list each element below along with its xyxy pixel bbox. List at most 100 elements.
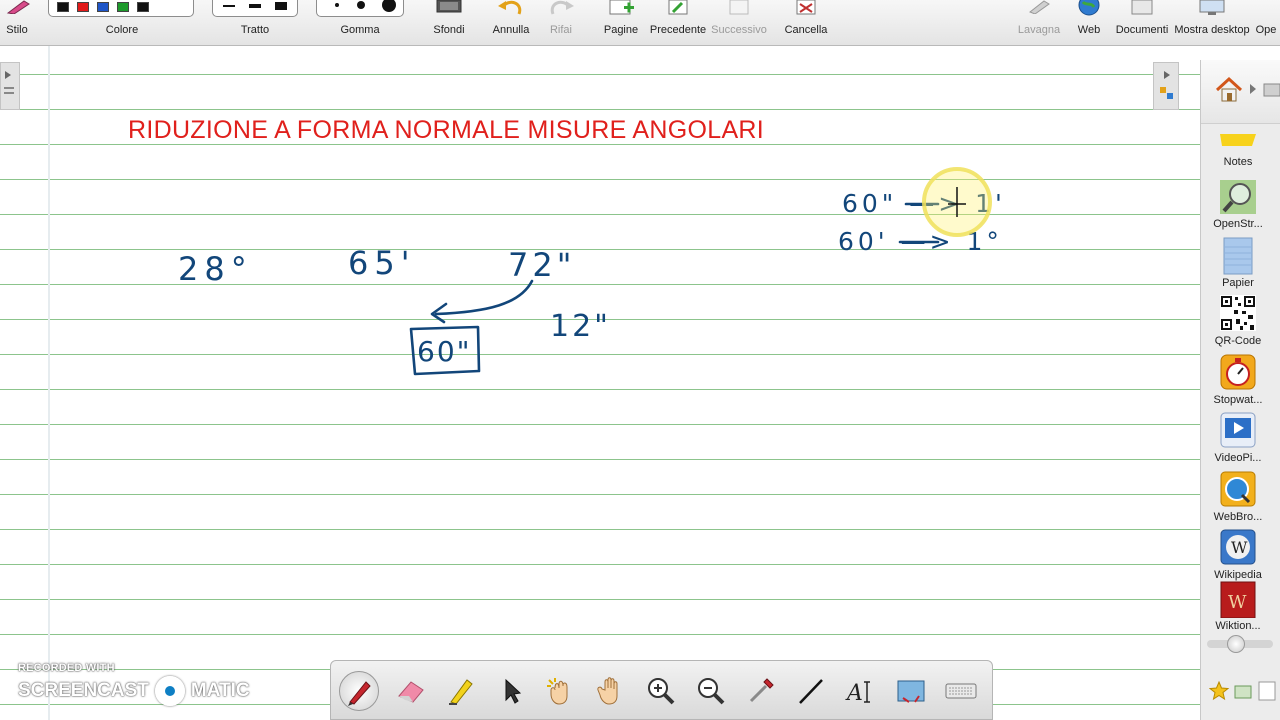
seconds-value: 72" [508,246,575,284]
hand-icon [597,677,618,705]
color-swatch[interactable] [77,2,89,12]
favorite-star-icon [1209,680,1230,701]
interact-tool-button[interactable] [541,671,581,711]
stroke-width-icon [223,2,287,10]
hand-tool-button[interactable] [591,671,631,711]
tool-lavagna[interactable]: Lavagna [1014,0,1064,46]
widget-qr-code[interactable]: QR-Code [1201,289,1275,347]
tool-stilo[interactable]: Stilo [0,0,34,46]
pen-style-icon [6,0,30,14]
forward-arrow-icon[interactable] [1247,82,1259,96]
tool-rifai[interactable]: Rifai [540,0,582,46]
expand-arrow-icon [4,71,14,94]
eraser-sizes[interactable] [316,0,404,17]
color-swatch[interactable] [117,2,129,12]
globe-icon [1078,0,1100,16]
zoom-out-icon [698,678,725,705]
stopwatch-icon [1220,354,1256,390]
highlighter-tool-button[interactable] [441,671,481,711]
previous-page-icon [668,0,688,15]
rule-minutes-to-degrees: 60' —> 1° [838,227,1003,256]
next-page-icon [729,0,749,15]
tool-gomma[interactable]: Gomma [316,0,404,46]
eraser-icon [398,681,424,703]
add-widget-icon [1234,685,1252,699]
tool-ope[interactable]: Ope [1252,0,1280,46]
eraser-tool-button[interactable] [391,671,431,711]
tool-pagine[interactable]: Pagine [598,0,644,46]
redo-icon [550,0,574,15]
color-picker-button[interactable] [741,671,781,711]
widget-webbrowser[interactable]: WebBro... [1201,465,1275,523]
widget-openstreetmap[interactable]: OpenStr... [1201,172,1275,230]
magnifier-map-icon [1220,180,1256,214]
top-toolbar: Stilo Colore Tratto Gomma Sfondi Annulla… [0,0,1280,46]
add-page-icon [609,0,634,15]
screen-capture-button[interactable] [891,671,931,711]
undo-icon [498,0,522,15]
widget-wikipedia[interactable]: W Wikipedia [1201,523,1275,581]
sidebar-header [1201,60,1280,124]
desktop-icon [1199,0,1225,15]
pen-icon [348,681,371,706]
widget-notes[interactable]: Notes [1201,116,1275,168]
slider-knob[interactable] [1227,635,1245,653]
page-icon [1258,681,1276,701]
widget-wiktionary[interactable]: W Wiktion... [1201,580,1275,632]
tool-mostra-desktop[interactable]: Mostra desktop [1174,0,1250,46]
color-swatch[interactable] [137,2,149,12]
right-panel-handle[interactable] [1153,62,1179,110]
color-swatch[interactable] [97,2,109,12]
tool-precedente[interactable]: Precedente [648,0,708,46]
handwriting-layer: 28° 65' 72" 60" 12" 60" —> 1' 60' —> 1° [178,167,1003,376]
tool-annulla[interactable]: Annulla [488,0,534,46]
qr-code-icon [1220,295,1256,331]
color-picker-icon [749,678,774,703]
wiktionary-icon: W [1220,581,1256,618]
svg-text:W: W [1228,592,1247,613]
keyboard-icon [945,683,977,699]
screencast-logo-icon [154,676,185,706]
virtual-keyboard-button[interactable] [941,671,981,711]
stroke-widths[interactable] [212,0,298,17]
color-palette[interactable] [48,0,194,17]
text-icon: A [845,681,870,706]
zoom-out-button[interactable] [691,671,731,711]
home-icon[interactable] [1215,76,1243,104]
eraser-size-icon [335,0,396,12]
svg-text:W: W [1231,538,1248,557]
tool-sfondi[interactable]: Sfondi [426,0,472,46]
color-swatch[interactable] [57,2,69,12]
remainder-value: 12" [550,309,611,344]
pen-tool-button[interactable] [339,671,379,711]
widget-stopwatch[interactable]: Stopwat... [1201,348,1275,406]
tool-tratto[interactable]: Tratto [212,0,298,46]
zoom-in-button[interactable] [641,671,681,711]
recording-watermark: RECORDED WITH SCREENCAST MATIC [18,662,250,706]
pointer-tool-button[interactable] [491,671,531,711]
widget-papier[interactable]: Papier [1201,231,1275,289]
tool-successivo[interactable]: Successivo [710,0,768,46]
line-tool-button[interactable] [791,671,831,711]
tools-toolbar: A [330,660,993,720]
text-tool-button[interactable]: A [841,671,881,711]
folder-icon[interactable] [1263,80,1280,98]
left-panel-handle[interactable] [0,62,20,110]
sidebar-zoom-slider[interactable] [1207,635,1273,653]
tool-web[interactable]: Web [1070,0,1108,46]
carry-arrow-curve [434,279,534,316]
tool-colore[interactable]: Colore [48,0,196,46]
widget-videopicker[interactable]: VideoPi... [1201,406,1275,464]
tool-documenti[interactable]: Documenti [1114,0,1170,46]
degrees-value: 28° [178,250,253,288]
backgrounds-icon [436,0,462,13]
carry-box-value: 60" [417,335,472,368]
whiteboard-canvas[interactable]: RIDUZIONE A FORMA NORMALE MISURE ANGOLAR… [0,46,1200,720]
collapse-arrow-icon [1160,71,1173,99]
app-window: Stilo Colore Tratto Gomma Sfondi Annulla… [0,0,1280,720]
sidebar-footer-icons [1209,680,1276,701]
tool-cancella[interactable]: Cancella [782,0,830,46]
watermark-right-text: MATIC [190,680,250,701]
paper-icon [1223,237,1253,275]
documents-icon [1131,0,1153,15]
